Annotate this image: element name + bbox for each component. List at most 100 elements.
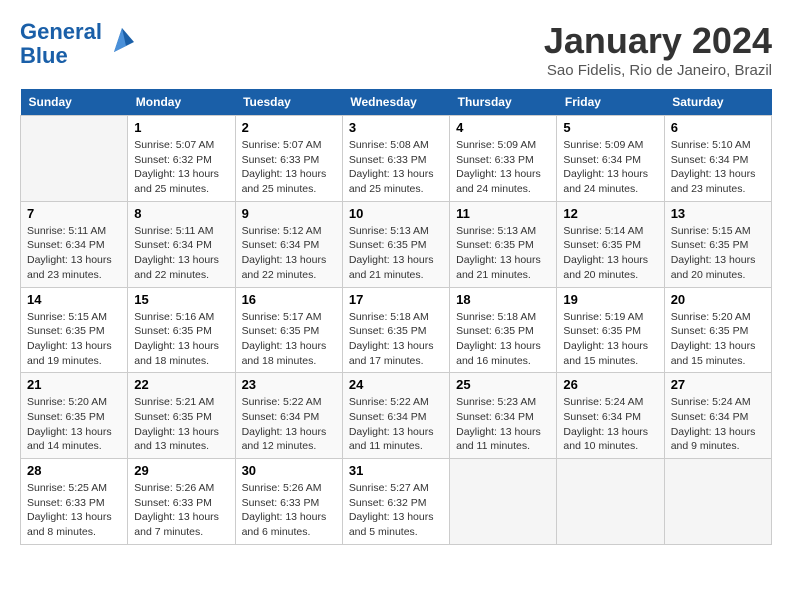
day-info: Sunrise: 5:08 AMSunset: 6:33 PMDaylight:…: [349, 138, 443, 197]
day-number: 23: [242, 377, 336, 392]
day-number: 11: [456, 206, 550, 221]
day-number: 25: [456, 377, 550, 392]
logo-blue: Blue: [20, 44, 102, 68]
calendar-week-1: 1 Sunrise: 5:07 AMSunset: 6:32 PMDaylight…: [21, 116, 772, 202]
day-number: 30: [242, 463, 336, 478]
day-cell-30: 30 Sunrise: 5:26 AMSunset: 6:33 PMDayligh…: [235, 459, 342, 545]
calendar-table: SundayMondayTuesdayWednesdayThursdayFrid…: [20, 89, 772, 545]
day-number: 29: [134, 463, 228, 478]
day-number: 12: [563, 206, 657, 221]
day-number: 15: [134, 292, 228, 307]
day-number: 27: [671, 377, 765, 392]
page-header: General Blue January 2024 Sao Fidelis, R…: [20, 20, 772, 79]
day-info: Sunrise: 5:12 AMSunset: 6:34 PMDaylight:…: [242, 224, 336, 283]
day-number: 6: [671, 120, 765, 135]
day-info: Sunrise: 5:26 AMSunset: 6:33 PMDaylight:…: [242, 481, 336, 540]
day-number: 1: [134, 120, 228, 135]
day-info: Sunrise: 5:21 AMSunset: 6:35 PMDaylight:…: [134, 395, 228, 454]
day-info: Sunrise: 5:24 AMSunset: 6:34 PMDaylight:…: [563, 395, 657, 454]
day-cell-21: 21 Sunrise: 5:20 AMSunset: 6:35 PMDayligh…: [21, 373, 128, 459]
day-info: Sunrise: 5:24 AMSunset: 6:34 PMDaylight:…: [671, 395, 765, 454]
day-info: Sunrise: 5:20 AMSunset: 6:35 PMDaylight:…: [671, 310, 765, 369]
day-info: Sunrise: 5:19 AMSunset: 6:35 PMDaylight:…: [563, 310, 657, 369]
empty-cell: [21, 116, 128, 202]
day-cell-17: 17Sunrise: 5:18 AMSunset: 6:35 PMDayligh…: [342, 287, 449, 373]
day-info: Sunrise: 5:09 AMSunset: 6:34 PMDaylight:…: [563, 138, 657, 197]
day-info: Sunrise: 5:18 AMSunset: 6:35 PMDaylight:…: [349, 310, 443, 369]
day-info: Sunrise: 5:10 AMSunset: 6:34 PMDaylight:…: [671, 138, 765, 197]
day-cell-13: 13 Sunrise: 5:15 AMSunset: 6:35 PMDayligh…: [664, 201, 771, 287]
column-header-thursday: Thursday: [450, 89, 557, 116]
day-number: 5: [563, 120, 657, 135]
day-info: Sunrise: 5:07 AMSunset: 6:33 PMDaylight:…: [242, 138, 336, 197]
day-cell-24: 24Sunrise: 5:22 AMSunset: 6:34 PMDayligh…: [342, 373, 449, 459]
day-info: Sunrise: 5:13 AMSunset: 6:35 PMDaylight:…: [349, 224, 443, 283]
day-info: Sunrise: 5:16 AMSunset: 6:35 PMDaylight:…: [134, 310, 228, 369]
day-info: Sunrise: 5:11 AMSunset: 6:34 PMDaylight:…: [134, 224, 228, 283]
day-number: 7: [27, 206, 121, 221]
empty-cell: [557, 459, 664, 545]
logo-general: General: [20, 19, 102, 44]
day-number: 20: [671, 292, 765, 307]
column-header-saturday: Saturday: [664, 89, 771, 116]
logo: General Blue: [20, 20, 138, 68]
header-row: SundayMondayTuesdayWednesdayThursdayFrid…: [21, 89, 772, 116]
day-cell-11: 11 Sunrise: 5:13 AMSunset: 6:35 PMDayligh…: [450, 201, 557, 287]
day-cell-12: 12 Sunrise: 5:14 AMSunset: 6:35 PMDayligh…: [557, 201, 664, 287]
day-number: 21: [27, 377, 121, 392]
day-info: Sunrise: 5:15 AMSunset: 6:35 PMDaylight:…: [671, 224, 765, 283]
day-cell-9: 9 Sunrise: 5:12 AMSunset: 6:34 PMDaylight…: [235, 201, 342, 287]
day-info: Sunrise: 5:13 AMSunset: 6:35 PMDaylight:…: [456, 224, 550, 283]
empty-cell: [664, 459, 771, 545]
day-cell-6: 6 Sunrise: 5:10 AMSunset: 6:34 PMDaylight…: [664, 116, 771, 202]
day-number: 18: [456, 292, 550, 307]
day-number: 28: [27, 463, 121, 478]
empty-cell: [450, 459, 557, 545]
day-number: 4: [456, 120, 550, 135]
day-cell-19: 19 Sunrise: 5:19 AMSunset: 6:35 PMDayligh…: [557, 287, 664, 373]
day-cell-15: 15 Sunrise: 5:16 AMSunset: 6:35 PMDayligh…: [128, 287, 235, 373]
day-number: 8: [134, 206, 228, 221]
day-info: Sunrise: 5:07 AMSunset: 6:32 PMDaylight:…: [134, 138, 228, 197]
day-info: Sunrise: 5:11 AMSunset: 6:34 PMDaylight:…: [27, 224, 121, 283]
day-info: Sunrise: 5:27 AMSunset: 6:32 PMDaylight:…: [349, 481, 443, 540]
day-info: Sunrise: 5:20 AMSunset: 6:35 PMDaylight:…: [27, 395, 121, 454]
day-number: 26: [563, 377, 657, 392]
day-number: 9: [242, 206, 336, 221]
day-number: 22: [134, 377, 228, 392]
day-cell-14: 14 Sunrise: 5:15 AMSunset: 6:35 PMDayligh…: [21, 287, 128, 373]
day-cell-31: 31 Sunrise: 5:27 AMSunset: 6:32 PMDayligh…: [342, 459, 449, 545]
day-cell-25: 25Sunrise: 5:23 AMSunset: 6:34 PMDayligh…: [450, 373, 557, 459]
day-number: 2: [242, 120, 336, 135]
location: Sao Fidelis, Rio de Janeiro, Brazil: [544, 62, 772, 79]
day-cell-20: 20 Sunrise: 5:20 AMSunset: 6:35 PMDayligh…: [664, 287, 771, 373]
day-number: 24: [349, 377, 443, 392]
day-cell-8: 8 Sunrise: 5:11 AMSunset: 6:34 PMDaylight…: [128, 201, 235, 287]
day-number: 13: [671, 206, 765, 221]
calendar-week-2: 7 Sunrise: 5:11 AMSunset: 6:34 PMDaylight…: [21, 201, 772, 287]
logo-icon: [106, 24, 138, 61]
day-info: Sunrise: 5:14 AMSunset: 6:35 PMDaylight:…: [563, 224, 657, 283]
day-info: Sunrise: 5:09 AMSunset: 6:33 PMDaylight:…: [456, 138, 550, 197]
day-cell-27: 27 Sunrise: 5:24 AMSunset: 6:34 PMDayligh…: [664, 373, 771, 459]
day-cell-23: 23 Sunrise: 5:22 AMSunset: 6:34 PMDayligh…: [235, 373, 342, 459]
calendar-week-5: 28Sunrise: 5:25 AMSunset: 6:33 PMDayligh…: [21, 459, 772, 545]
day-cell-4: 4 Sunrise: 5:09 AMSunset: 6:33 PMDaylight…: [450, 116, 557, 202]
day-number: 14: [27, 292, 121, 307]
day-info: Sunrise: 5:15 AMSunset: 6:35 PMDaylight:…: [27, 310, 121, 369]
day-cell-1: 1 Sunrise: 5:07 AMSunset: 6:32 PMDaylight…: [128, 116, 235, 202]
title-block: January 2024 Sao Fidelis, Rio de Janeiro…: [544, 20, 772, 79]
day-cell-18: 18 Sunrise: 5:18 AMSunset: 6:35 PMDayligh…: [450, 287, 557, 373]
day-number: 19: [563, 292, 657, 307]
column-header-friday: Friday: [557, 89, 664, 116]
day-cell-3: 3Sunrise: 5:08 AMSunset: 6:33 PMDaylight…: [342, 116, 449, 202]
day-info: Sunrise: 5:22 AMSunset: 6:34 PMDaylight:…: [242, 395, 336, 454]
day-cell-10: 10Sunrise: 5:13 AMSunset: 6:35 PMDayligh…: [342, 201, 449, 287]
day-info: Sunrise: 5:26 AMSunset: 6:33 PMDaylight:…: [134, 481, 228, 540]
day-number: 31: [349, 463, 443, 478]
day-cell-29: 29 Sunrise: 5:26 AMSunset: 6:33 PMDayligh…: [128, 459, 235, 545]
day-cell-5: 5 Sunrise: 5:09 AMSunset: 6:34 PMDaylight…: [557, 116, 664, 202]
month-title: January 2024: [544, 20, 772, 62]
day-info: Sunrise: 5:18 AMSunset: 6:35 PMDaylight:…: [456, 310, 550, 369]
day-cell-2: 2 Sunrise: 5:07 AMSunset: 6:33 PMDaylight…: [235, 116, 342, 202]
